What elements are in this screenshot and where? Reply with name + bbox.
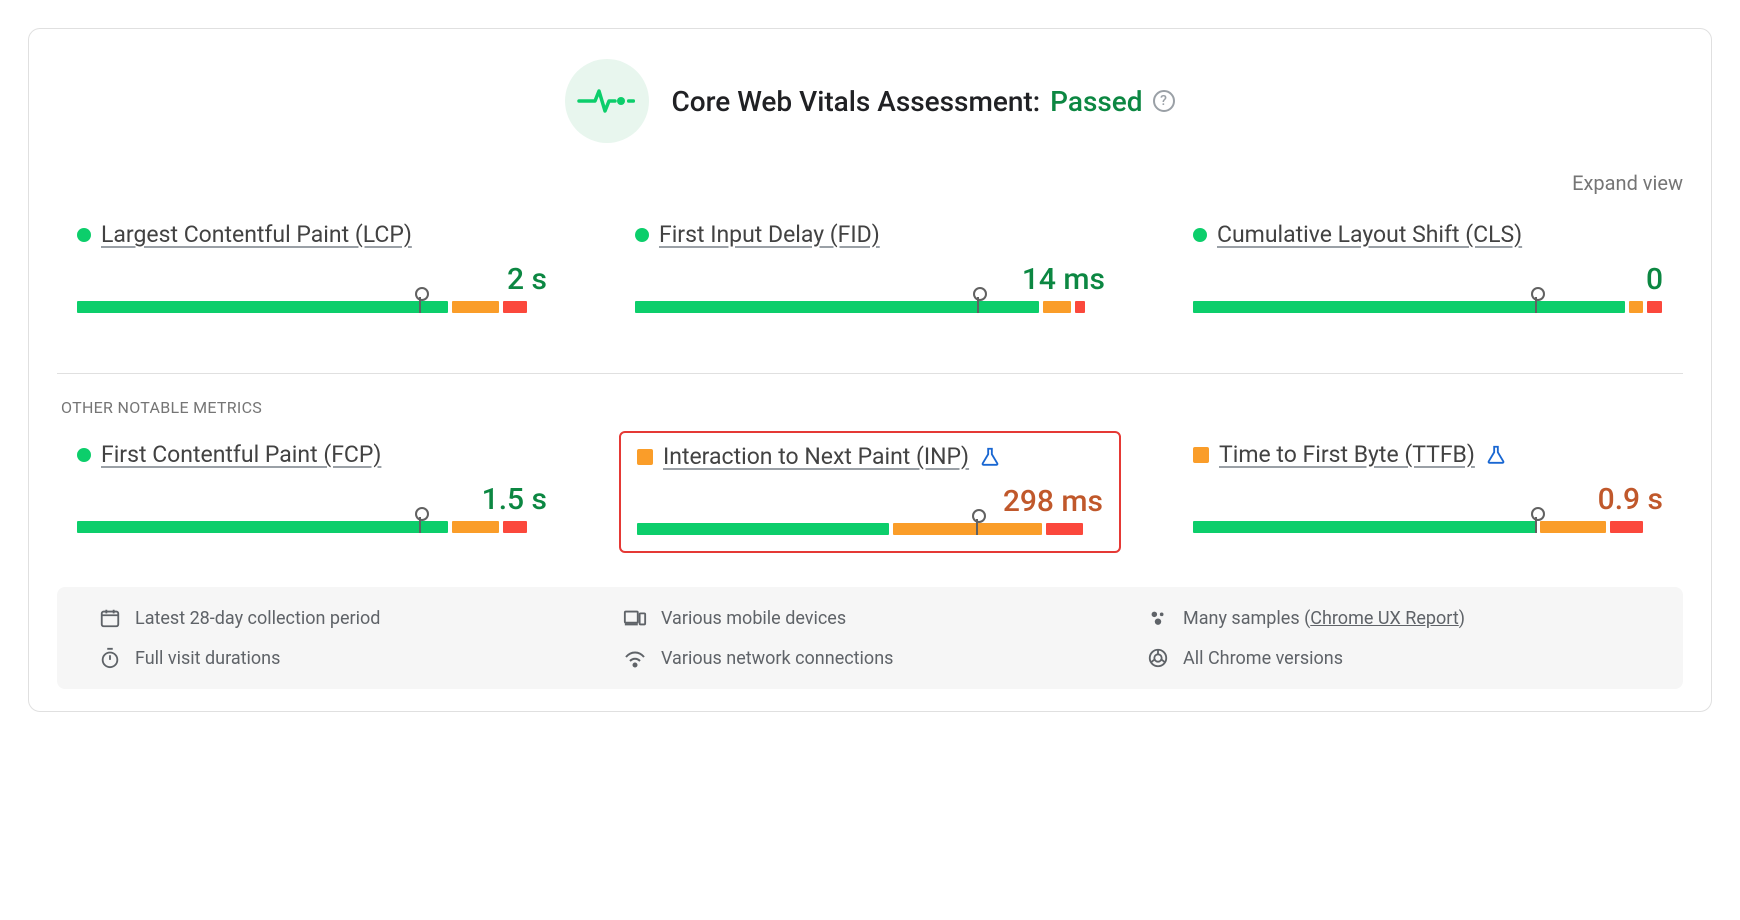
stopwatch-icon <box>99 647 121 669</box>
metric-name[interactable]: Cumulative Layout Shift (CLS) <box>1217 221 1522 248</box>
info-network: Various network connections <box>623 647 1117 669</box>
metric-name[interactable]: Largest Contentful Paint (LCP) <box>101 221 412 248</box>
status-dot-good <box>635 228 649 242</box>
metric-value: 0 <box>1193 262 1663 297</box>
crux-report-link[interactable]: Chrome UX Report <box>1310 608 1458 629</box>
network-icon <box>623 647 647 669</box>
metric-value: 0.9 s <box>1193 482 1663 517</box>
status-dot-good <box>1193 228 1207 242</box>
experimental-flask-icon[interactable] <box>1485 444 1507 466</box>
metric-value: 2 s <box>77 262 547 297</box>
metric-value: 298 ms <box>637 484 1103 519</box>
divider <box>57 373 1683 374</box>
chrome-icon <box>1147 647 1169 669</box>
distribution-bar <box>77 521 547 533</box>
assessment-status: Passed <box>1050 85 1142 118</box>
distribution-bar <box>635 301 1105 313</box>
metric-lcp: Largest Contentful Paint (LCP) 2 s <box>61 211 563 329</box>
info-durations: Full visit durations <box>99 647 593 669</box>
metric-fcp: First Contentful Paint (FCP) 1.5 s <box>61 431 563 553</box>
metric-name[interactable]: First Input Delay (FID) <box>659 221 880 248</box>
core-metrics-row: Largest Contentful Paint (LCP) 2 s First… <box>57 211 1683 329</box>
metric-fid: First Input Delay (FID) 14 ms <box>619 211 1121 329</box>
status-dot-good <box>77 228 91 242</box>
help-icon[interactable]: ? <box>1153 90 1175 112</box>
distribution-bar <box>1193 301 1663 313</box>
metric-inp: Interaction to Next Paint (INP) 298 ms <box>619 431 1121 553</box>
cwv-card: Core Web Vitals Assessment: Passed ? Exp… <box>28 28 1712 712</box>
status-square-warn <box>637 449 653 465</box>
assessment-prefix: Core Web Vitals Assessment: <box>671 85 1040 118</box>
experimental-flask-icon[interactable] <box>979 446 1001 468</box>
metric-name[interactable]: First Contentful Paint (FCP) <box>101 441 381 468</box>
samples-icon <box>1147 607 1169 629</box>
other-metrics-row: First Contentful Paint (FCP) 1.5 s Inter… <box>57 431 1683 553</box>
status-square-warn <box>1193 447 1209 463</box>
distribution-bar <box>637 523 1103 535</box>
calendar-icon <box>99 607 121 629</box>
devices-icon <box>623 607 647 629</box>
other-metrics-label: OTHER NOTABLE METRICS <box>61 398 1683 417</box>
vitals-pulse-icon <box>565 59 649 143</box>
footer-info: Latest 28-day collection period Various … <box>57 587 1683 689</box>
status-dot-good <box>77 448 91 462</box>
info-devices: Various mobile devices <box>623 607 1117 629</box>
distribution-bar <box>77 301 547 313</box>
distribution-bar <box>1193 521 1663 533</box>
info-collection-period: Latest 28-day collection period <box>99 607 593 629</box>
assessment-title: Core Web Vitals Assessment: Passed ? <box>671 85 1174 118</box>
metric-value: 1.5 s <box>77 482 547 517</box>
expand-view-button[interactable]: Expand view <box>1572 171 1683 195</box>
metric-cls: Cumulative Layout Shift (CLS) 0 <box>1177 211 1679 329</box>
info-chrome: All Chrome versions <box>1147 647 1641 669</box>
info-samples: Many samples (Chrome UX Report) <box>1147 607 1641 629</box>
metric-name[interactable]: Interaction to Next Paint (INP) <box>663 443 969 470</box>
metric-value: 14 ms <box>635 262 1105 297</box>
header: Core Web Vitals Assessment: Passed ? <box>57 59 1683 143</box>
metric-ttfb: Time to First Byte (TTFB) 0.9 s <box>1177 431 1679 553</box>
metric-name[interactable]: Time to First Byte (TTFB) <box>1219 441 1475 468</box>
